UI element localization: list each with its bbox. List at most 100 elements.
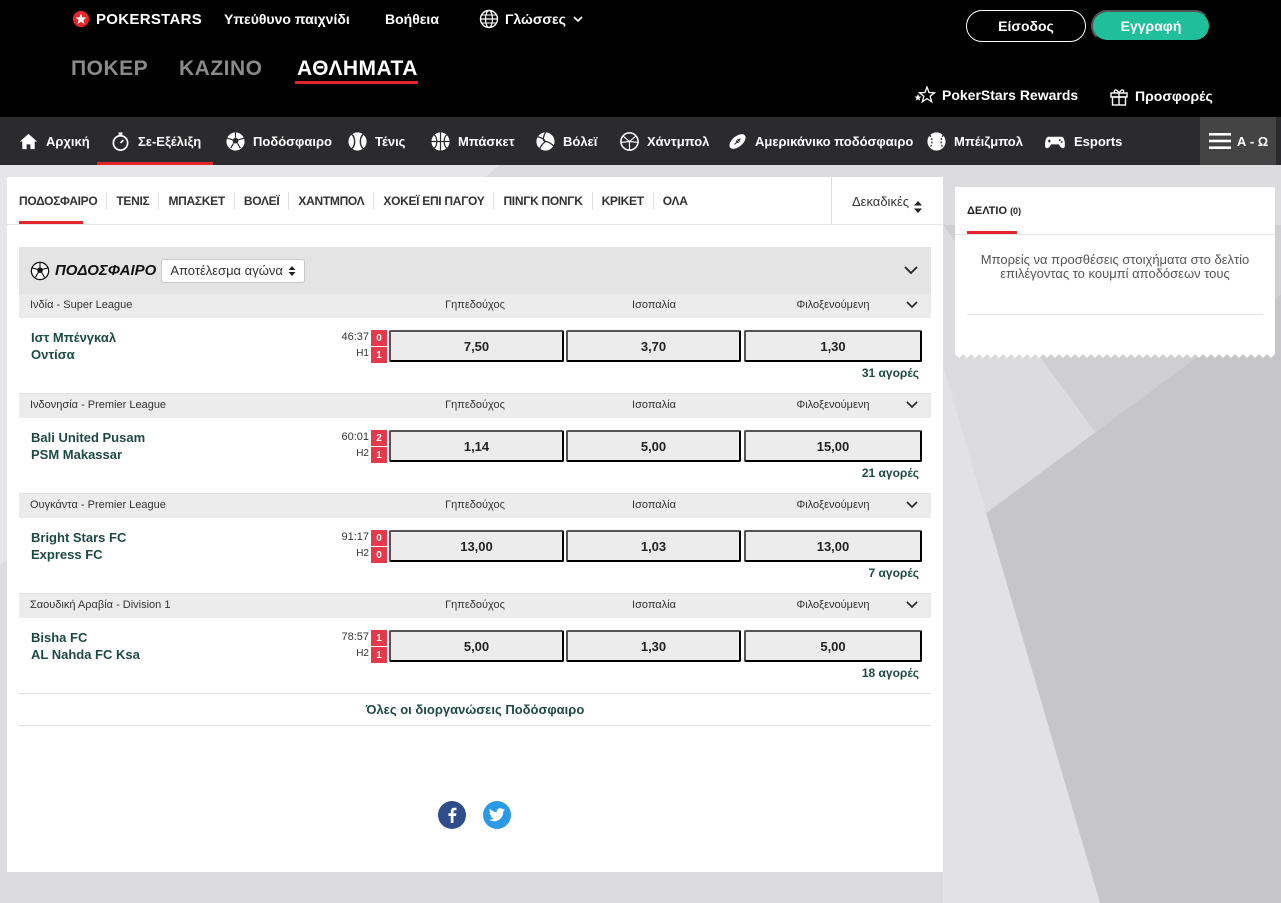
away-team[interactable]: Οντίσα <box>31 347 75 362</box>
tab-handball[interactable]: ΧΑΝΤΜΠΟΛ <box>289 192 375 210</box>
chevron-down-icon[interactable] <box>905 598 919 612</box>
event-row[interactable]: Bisha FC AL Nahda FC Ksa 78:57 H2 1 1 5,… <box>19 618 931 694</box>
twitter-icon <box>489 808 505 822</box>
away-score: 0 <box>371 547 387 563</box>
home-score: 1 <box>371 630 387 646</box>
product-active-indicator <box>295 81 418 84</box>
tab-cricket[interactable]: ΚΡΙΚΕΤ <box>593 192 654 210</box>
sports-nav-volleyball[interactable]: Βόλεϊ <box>535 117 597 165</box>
odds-format-selector[interactable]: Δεκαδικές <box>831 177 943 225</box>
tab-football[interactable]: ΠΟΔΟΣΦΑΙΡΟ <box>19 192 108 210</box>
sports-nav-label: Αρχική <box>46 133 90 149</box>
live-events-panel: ΠΟΔΟΣΦΑΙΡΟ ΤΕΝΙΣ ΜΠΑΣΚΕΤ ΒΟΛΕΪ ΧΑΝΤΜΠΟΛ … <box>7 177 943 872</box>
language-selector[interactable]: Γλώσσες <box>479 9 584 29</box>
chevron-down-icon[interactable] <box>905 398 919 412</box>
all-competitions-link[interactable]: Όλες οι διοργανώσεις Ποδόσφαιρο <box>19 694 931 726</box>
odds-draw-button[interactable]: 1,30 <box>566 630 741 662</box>
more-markets-link[interactable]: 21 αγορές <box>862 466 919 480</box>
more-markets-link[interactable]: 18 αγορές <box>862 666 919 680</box>
odds-home-button[interactable]: 1,14 <box>389 430 564 462</box>
sports-nav-football[interactable]: Ποδόσφαιρο <box>225 117 332 165</box>
sports-nav-american-football[interactable]: Αμερικάνικο ποδόσφαιρο <box>727 117 913 165</box>
odds-draw-button[interactable]: 5,00 <box>566 430 741 462</box>
sports-nav-label: Τένις <box>375 133 406 149</box>
football-section-header[interactable]: ΠΟΔΟΣΦΑΙΡΟ Αποτέλεσμα αγώνα <box>19 247 931 294</box>
help-link[interactable]: Βοήθεια <box>385 11 439 27</box>
odds-draw-button[interactable]: 3,70 <box>566 330 741 362</box>
match-clock: 46:37 <box>341 331 369 343</box>
betslip-count: (0) <box>1010 206 1022 216</box>
odds-away-button[interactable]: 15,00 <box>744 430 922 462</box>
chevron-down-icon[interactable] <box>903 262 919 278</box>
match-period: H2 <box>356 648 369 659</box>
product-casino[interactable]: ΚΑΖΙΝΟ <box>179 57 263 81</box>
away-team[interactable]: PSM Makassar <box>31 447 122 462</box>
odds-draw-button[interactable]: 1,03 <box>566 530 741 562</box>
match-period: H2 <box>356 448 369 459</box>
tab-table-tennis[interactable]: ΠΙΝΓΚ ΠΟΝΓΚ <box>494 192 593 210</box>
tab-basketball[interactable]: ΜΠΑΣΚΕΤ <box>159 192 235 210</box>
chevron-down-icon[interactable] <box>905 298 919 312</box>
home-team[interactable]: Ιστ Μπένγκαλ <box>31 330 116 345</box>
sports-nav-home[interactable]: Αρχική <box>18 117 90 165</box>
home-score: 0 <box>371 530 387 546</box>
responsible-gaming-link[interactable]: Υπεύθυνο παιχνίδι <box>224 11 350 27</box>
odds-away-button[interactable]: 1,30 <box>744 330 922 362</box>
betslip-tab[interactable]: ΔΕΛΤΙΟ (0) <box>967 205 1021 217</box>
tab-volleyball[interactable]: ΒΟΛΕΪ <box>235 192 290 210</box>
event-row[interactable]: Ιστ Μπένγκαλ Οντίσα 46:37 H1 0 1 7,50 3,… <box>19 318 931 394</box>
language-label: Γλώσσες <box>505 11 566 27</box>
column-away: Φιλοξενούμενη <box>796 299 870 311</box>
sports-nav-handball[interactable]: Χάντμπολ <box>619 117 709 165</box>
facebook-share-button[interactable] <box>438 801 466 829</box>
market-type-select[interactable]: Αποτέλεσμα αγώνα <box>161 258 305 283</box>
match-clock: 91:17 <box>341 531 369 543</box>
register-button[interactable]: Εγγραφή <box>1091 10 1211 42</box>
odds-home-button[interactable]: 13,00 <box>389 530 564 562</box>
column-draw: Ισοπαλία <box>632 599 676 611</box>
odds-home-button[interactable]: 5,00 <box>389 630 564 662</box>
product-sports[interactable]: ΑΘΛΗΜΑΤΑ <box>297 57 418 81</box>
away-team[interactable]: AL Nahda FC Ksa <box>31 647 140 662</box>
home-team[interactable]: Bisha FC <box>31 630 87 645</box>
tab-all[interactable]: ΟΛΑ <box>654 192 697 210</box>
sports-nav-label: Χάντμπολ <box>647 133 710 149</box>
betslip-divider <box>955 234 1275 235</box>
sports-nav-esports[interactable]: Esports <box>1043 117 1122 165</box>
twitter-share-button[interactable] <box>483 801 511 829</box>
volleyball-icon <box>536 131 555 151</box>
odds-home-button[interactable]: 7,50 <box>389 330 564 362</box>
rewards-link[interactable]: PokerStars Rewards <box>913 86 1078 104</box>
odds-away-button[interactable]: 5,00 <box>744 630 922 662</box>
brand-logo[interactable]: POKERSTARS <box>72 10 202 28</box>
globe-icon <box>479 9 499 29</box>
promotions-link[interactable]: Προσφορές <box>1109 86 1213 106</box>
match-clock: 78:57 <box>341 631 369 643</box>
league-name: Σαουδική Αραβία - Division 1 <box>30 599 171 611</box>
home-team[interactable]: Bright Stars FC <box>31 530 126 545</box>
sports-nav-baseball[interactable]: Μπέιζμπολ <box>926 117 1023 165</box>
column-draw: Ισοπαλία <box>632 499 676 511</box>
sports-nav-basketball[interactable]: Μπάσκετ <box>430 117 515 165</box>
away-team[interactable]: Express FC <box>31 547 103 562</box>
tab-tennis[interactable]: ΤΕΝΙΣ <box>107 192 160 210</box>
event-row[interactable]: Bright Stars FC Express FC 91:17 H2 0 0 … <box>19 518 931 594</box>
az-sports-menu-button[interactable]: Α - Ω <box>1200 117 1276 165</box>
product-poker[interactable]: ΠΟΚΕΡ <box>71 57 148 81</box>
league-name: Ουγκάντα - Premier League <box>30 499 166 511</box>
sports-nav-tennis[interactable]: Τένις <box>347 117 405 165</box>
sort-arrows-icon <box>914 201 923 213</box>
tennis-ball-icon <box>348 131 367 151</box>
more-markets-link[interactable]: 7 αγορές <box>869 566 919 580</box>
home-team[interactable]: Bali United Pusam <box>31 430 145 445</box>
more-markets-link[interactable]: 31 αγορές <box>862 366 919 380</box>
event-row[interactable]: Bali United Pusam PSM Makassar 60:01 H2 … <box>19 418 931 494</box>
chevron-down-icon[interactable] <box>905 498 919 512</box>
odds-away-button[interactable]: 13,00 <box>744 530 922 562</box>
gift-icon <box>1110 89 1128 106</box>
sports-nav-live[interactable]: Σε-Εξέλιξη <box>110 117 201 165</box>
chevron-down-icon <box>573 16 583 23</box>
login-button[interactable]: Είσοδος <box>966 10 1086 42</box>
tab-ice-hockey[interactable]: ΧΟΚΕΪ ΕΠΙ ΠΑΓΟΥ <box>374 192 495 210</box>
site-header: POKERSTARS Υπεύθυνο παιχνίδι Βοήθεια Γλώ… <box>0 0 1281 117</box>
